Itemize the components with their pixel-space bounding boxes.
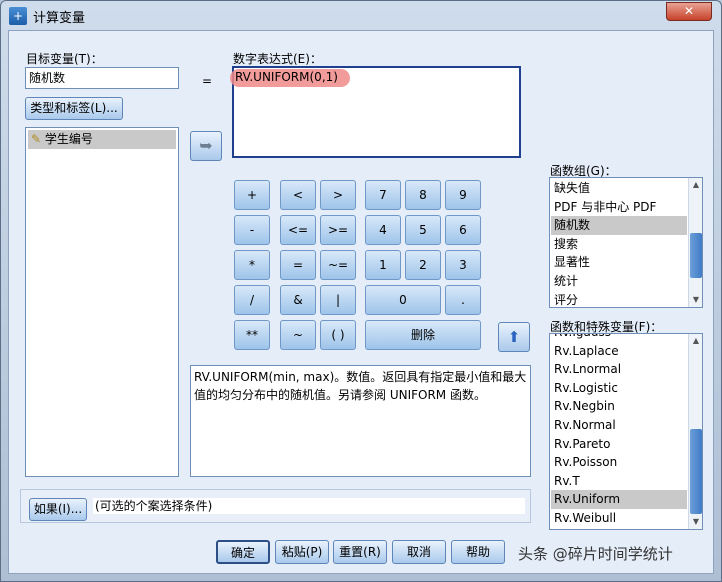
list-item[interactable]: Rv.Lnormal <box>551 360 687 379</box>
key-equal[interactable]: = <box>280 250 316 280</box>
window-title: 计算变量 <box>33 11 86 26</box>
condition-panel: 如果(I)... (可选的个案选择条件) <box>20 489 531 523</box>
list-item[interactable]: Rv.Poisson <box>551 453 687 472</box>
key-greater-equal[interactable]: >= <box>320 215 356 245</box>
close-button[interactable]: ✕ <box>666 2 712 21</box>
variable-item[interactable]: ✎ 学生编号 <box>28 130 176 149</box>
key-8[interactable]: 8 <box>405 180 441 210</box>
scrollbar[interactable]: ▲ ▼ <box>688 334 702 529</box>
list-item[interactable]: Rv.Negbin <box>551 397 687 416</box>
variable-list[interactable]: ✎ 学生编号 <box>25 127 179 477</box>
list-item[interactable]: Rv.Normal <box>551 416 687 435</box>
title-bar: + 计算变量 ✕ <box>1 1 721 31</box>
ok-button[interactable]: 确定 <box>216 540 270 564</box>
key-multiply[interactable]: * <box>234 250 270 280</box>
list-item[interactable]: Rv.Igauss <box>551 334 687 342</box>
list-item[interactable]: 评分 <box>551 291 687 307</box>
help-button[interactable]: 帮助 <box>451 540 505 564</box>
list-item[interactable]: Rv.Laplace <box>551 342 687 361</box>
key-divide[interactable]: / <box>234 285 270 315</box>
key-7[interactable]: 7 <box>365 180 401 210</box>
key-6[interactable]: 6 <box>445 215 481 245</box>
ruler-icon: ✎ <box>31 132 42 146</box>
key-delete[interactable]: 删除 <box>365 320 481 350</box>
key-less-than[interactable]: < <box>280 180 316 210</box>
key-5[interactable]: 5 <box>405 215 441 245</box>
key-plus[interactable]: + <box>234 180 270 210</box>
key-or[interactable]: | <box>320 285 356 315</box>
move-to-expression-button[interactable]: ➥ <box>190 131 222 161</box>
list-item[interactable]: Rv.T <box>551 472 687 491</box>
key-2[interactable]: 2 <box>405 250 441 280</box>
calculator-icon: + <box>9 7 27 25</box>
list-item[interactable]: 搜索 <box>551 235 687 254</box>
key-less-equal[interactable]: <= <box>280 215 316 245</box>
key-3[interactable]: 3 <box>445 250 481 280</box>
reset-button[interactable]: 重置(R) <box>333 540 387 564</box>
cancel-button[interactable]: 取消 <box>392 540 446 564</box>
key-power[interactable]: ** <box>234 320 270 350</box>
key-parentheses[interactable]: ( ) <box>320 320 356 350</box>
type-and-label-button[interactable]: 类型和标签(L)... <box>25 97 123 120</box>
arrow-up-icon: ⬆ <box>507 328 521 346</box>
key-not[interactable]: ~ <box>280 320 316 350</box>
key-1[interactable]: 1 <box>365 250 401 280</box>
key-not-equal[interactable]: ~= <box>320 250 356 280</box>
expression-textarea[interactable]: RV.UNIFORM(0,1) <box>230 66 521 158</box>
list-item[interactable]: Rv.Logistic <box>551 379 687 398</box>
function-description: RV.UNIFORM(min, max)。数值。返回具有指定最小值和最大值的均匀… <box>190 365 531 477</box>
if-button[interactable]: 如果(I)... <box>29 498 87 521</box>
list-item[interactable]: 显著性 <box>551 253 687 272</box>
key-0[interactable]: 0 <box>365 285 441 315</box>
scrollbar[interactable]: ▲ ▼ <box>688 178 702 307</box>
function-group-list[interactable]: 缺失值 PDF 与非中心 PDF 随机数 搜索 显著性 统计 评分 ▲ ▼ <box>549 177 703 308</box>
list-item[interactable]: Rv.Pareto <box>551 435 687 454</box>
paste-button[interactable]: 粘贴(P) <box>275 540 329 564</box>
condition-text: (可选的个案选择条件) <box>93 498 525 514</box>
target-variable-input[interactable]: 随机数 <box>25 67 179 89</box>
list-item[interactable]: 缺失值 <box>551 179 687 198</box>
list-item[interactable]: 随机数 <box>551 216 687 235</box>
list-item[interactable]: Rv.Weibull <box>551 509 687 528</box>
list-item[interactable]: 统计 <box>551 272 687 291</box>
key-minus[interactable]: - <box>234 215 270 245</box>
key-9[interactable]: 9 <box>445 180 481 210</box>
list-item[interactable]: Rv.Uniform <box>551 490 687 509</box>
expression-label: 数字表达式(E)： <box>233 52 322 66</box>
arrow-left-icon: ➥ <box>199 136 213 155</box>
watermark: 头条 @碎片时间学统计 <box>518 545 673 563</box>
key-dot[interactable]: . <box>445 285 481 315</box>
insert-function-button[interactable]: ⬆ <box>498 322 530 352</box>
target-variable-label: 目标变量(T)： <box>26 52 103 66</box>
key-4[interactable]: 4 <box>365 215 401 245</box>
key-and[interactable]: & <box>280 285 316 315</box>
equals-sign: = <box>202 74 213 88</box>
key-greater-than[interactable]: > <box>320 180 356 210</box>
functions-list[interactable]: Rv.IgaussRv.LaplaceRv.LnormalRv.Logistic… <box>549 333 703 530</box>
list-item[interactable]: PDF 与非中心 PDF <box>551 198 687 217</box>
expression-value: RV.UNIFORM(0,1) <box>235 70 338 84</box>
